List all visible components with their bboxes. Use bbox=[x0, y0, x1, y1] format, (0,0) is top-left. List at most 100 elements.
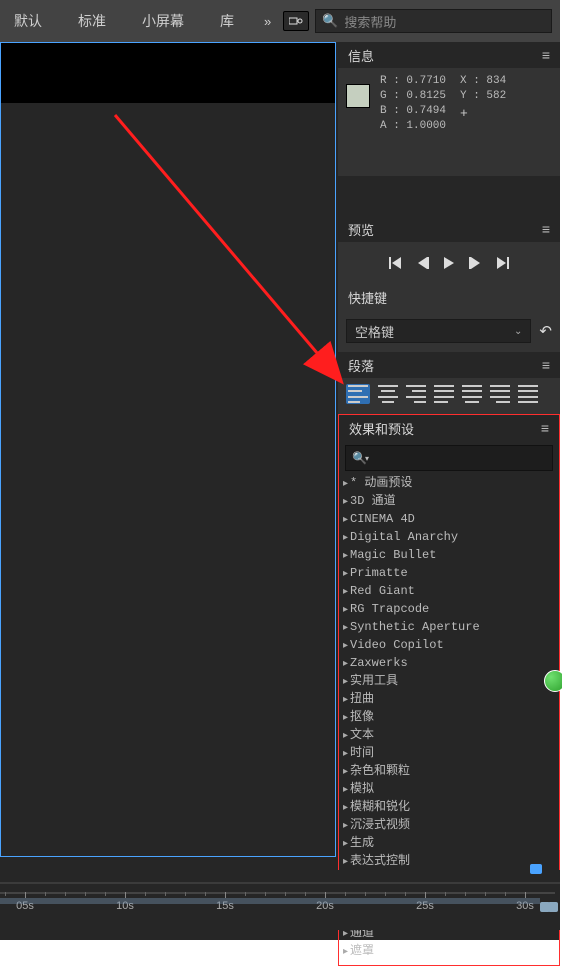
ruler-minor-tick bbox=[45, 892, 46, 896]
reset-icon[interactable]: ↶ bbox=[539, 322, 552, 340]
panel-preview-title: 预览 bbox=[348, 220, 374, 239]
effects-category[interactable]: ▸杂色和颗粒 bbox=[343, 763, 555, 781]
effects-category-label: CINEMA 4D bbox=[350, 512, 415, 526]
shortcut-value: 空格键 bbox=[355, 322, 394, 341]
prev-frame-button[interactable] bbox=[417, 257, 429, 269]
playhead-marker[interactable] bbox=[530, 864, 542, 874]
effects-category[interactable]: ▸3D 通道 bbox=[343, 493, 555, 511]
panel-paragraph-header[interactable]: 段落 ≡ bbox=[338, 352, 560, 378]
timeline[interactable]: 05s10s15s20s25s30s bbox=[0, 870, 560, 930]
ruler-minor-tick bbox=[185, 892, 186, 896]
panel-menu-icon[interactable]: ≡ bbox=[541, 420, 549, 436]
effects-category-label: 遮罩 bbox=[350, 944, 374, 958]
out-marker-2[interactable] bbox=[548, 902, 558, 912]
effects-category[interactable]: ▸时间 bbox=[343, 745, 555, 763]
panel-shortcut-title: 快捷键 bbox=[348, 288, 387, 307]
panel-info-header[interactable]: 信息 ≡ bbox=[338, 42, 560, 68]
justify-right-button[interactable] bbox=[490, 384, 510, 404]
disclosure-arrow-icon: ▸ bbox=[343, 533, 348, 544]
info-a: A : 1.0000 bbox=[380, 119, 446, 134]
disclosure-arrow-icon: ▸ bbox=[343, 551, 348, 562]
shortcut-dropdown[interactable]: 空格键 ⌄ bbox=[346, 319, 531, 343]
panel-paragraph-body bbox=[338, 378, 560, 414]
search-placeholder: 搜索帮助 bbox=[344, 12, 396, 31]
panel-shortcut-header[interactable]: 快捷键 bbox=[338, 284, 560, 310]
panel-menu-icon[interactable]: ≡ bbox=[542, 221, 550, 237]
panel-menu-icon[interactable]: ≡ bbox=[542, 47, 550, 63]
effects-category-label: Primatte bbox=[350, 566, 408, 580]
align-right-button[interactable] bbox=[406, 384, 426, 404]
effects-category-label: Zaxwerks bbox=[350, 656, 408, 670]
effects-category[interactable]: ▸Red Giant bbox=[343, 583, 555, 601]
effects-category[interactable]: ▸* 动画预设 bbox=[343, 475, 555, 493]
topbar: 默认 标准 小屏幕 库 » 🔍 搜索帮助 bbox=[0, 0, 560, 42]
helper-bubble-icon[interactable] bbox=[544, 670, 562, 692]
justify-center-button[interactable] bbox=[462, 384, 482, 404]
composition-viewer[interactable] bbox=[0, 42, 338, 860]
ruler-baseline bbox=[0, 892, 555, 894]
panel-shortcut: 快捷键 空格键 ⌄ ↶ bbox=[338, 284, 560, 352]
disclosure-arrow-icon: ▸ bbox=[343, 695, 348, 706]
search-help-input[interactable]: 🔍 搜索帮助 bbox=[315, 9, 552, 33]
effects-category-label: 模拟 bbox=[350, 782, 374, 796]
align-center-button[interactable] bbox=[378, 384, 398, 404]
effects-category[interactable]: ▸RG Trapcode bbox=[343, 601, 555, 619]
chevron-down-icon: ⌄ bbox=[514, 326, 522, 337]
effects-category[interactable]: ▸实用工具 bbox=[343, 673, 555, 691]
effects-category[interactable]: ▸Zaxwerks bbox=[343, 655, 555, 673]
panel-preview-header[interactable]: 预览 ≡ bbox=[338, 216, 560, 242]
effects-category[interactable]: ▸表达式控制 bbox=[343, 853, 555, 871]
effects-category-label: Red Giant bbox=[350, 584, 415, 598]
effects-category[interactable]: ▸Synthetic Aperture bbox=[343, 619, 555, 637]
workspace-tab-default[interactable]: 默认 bbox=[8, 7, 48, 35]
sync-settings-icon[interactable] bbox=[283, 11, 309, 31]
work-area-bar[interactable] bbox=[0, 898, 540, 904]
panel-preview: 预览 ≡ bbox=[338, 216, 560, 284]
effects-category-label: 模糊和锐化 bbox=[350, 800, 410, 814]
disclosure-arrow-icon: ▸ bbox=[343, 515, 348, 526]
disclosure-arrow-icon: ▸ bbox=[343, 857, 348, 868]
effects-category-label: Magic Bullet bbox=[350, 548, 436, 562]
workspace-tab-small[interactable]: 小屏幕 bbox=[136, 7, 190, 35]
workspace-tab-standard[interactable]: 标准 bbox=[72, 7, 112, 35]
effects-category[interactable]: ▸Magic Bullet bbox=[343, 547, 555, 565]
ruler-minor-tick bbox=[365, 892, 366, 896]
effects-category-label: Digital Anarchy bbox=[350, 530, 458, 544]
effects-search-input[interactable]: 🔍▾ bbox=[345, 445, 553, 471]
disclosure-arrow-icon: ▸ bbox=[343, 929, 348, 940]
effects-category-label: 时间 bbox=[350, 746, 374, 760]
effects-category[interactable]: ▸模拟 bbox=[343, 781, 555, 799]
disclosure-arrow-icon: ▸ bbox=[343, 641, 348, 652]
effects-category[interactable]: ▸文本 bbox=[343, 727, 555, 745]
effects-category[interactable]: ▸生成 bbox=[343, 835, 555, 853]
justify-all-button[interactable] bbox=[518, 384, 538, 404]
panel-paragraph-title: 段落 bbox=[348, 356, 374, 375]
workspace-overflow-icon[interactable]: » bbox=[258, 14, 277, 29]
justify-left-button[interactable] bbox=[434, 384, 454, 404]
panel-menu-icon[interactable]: ≡ bbox=[542, 357, 550, 373]
xy-readout: X : 834 Y : 582 + bbox=[460, 74, 506, 121]
first-frame-button[interactable] bbox=[389, 257, 403, 269]
effects-category-label: RG Trapcode bbox=[350, 602, 429, 616]
last-frame-button[interactable] bbox=[495, 257, 509, 269]
disclosure-arrow-icon: ▸ bbox=[343, 497, 348, 508]
effects-category[interactable]: ▸抠像 bbox=[343, 709, 555, 727]
play-button[interactable] bbox=[443, 257, 455, 269]
effects-category[interactable]: ▸Digital Anarchy bbox=[343, 529, 555, 547]
panel-effects-header[interactable]: 效果和预设 ≡ bbox=[339, 415, 559, 441]
ruler-minor-tick bbox=[445, 892, 446, 896]
disclosure-arrow-icon: ▸ bbox=[343, 479, 348, 490]
effects-category[interactable]: ▸Video Copilot bbox=[343, 637, 555, 655]
align-left-button[interactable] bbox=[346, 384, 370, 404]
effects-category[interactable]: ▸Primatte bbox=[343, 565, 555, 583]
effects-category-label: 生成 bbox=[350, 836, 374, 850]
disclosure-arrow-icon: ▸ bbox=[343, 749, 348, 760]
effects-category[interactable]: ▸CINEMA 4D bbox=[343, 511, 555, 529]
effects-category[interactable]: ▸沉浸式视频 bbox=[343, 817, 555, 835]
info-g: G : 0.8125 bbox=[380, 89, 446, 104]
effects-category[interactable]: ▸遮罩 bbox=[343, 943, 555, 961]
effects-category[interactable]: ▸扭曲 bbox=[343, 691, 555, 709]
workspace-tab-library[interactable]: 库 bbox=[214, 7, 240, 35]
effects-category[interactable]: ▸模糊和锐化 bbox=[343, 799, 555, 817]
next-frame-button[interactable] bbox=[469, 257, 481, 269]
